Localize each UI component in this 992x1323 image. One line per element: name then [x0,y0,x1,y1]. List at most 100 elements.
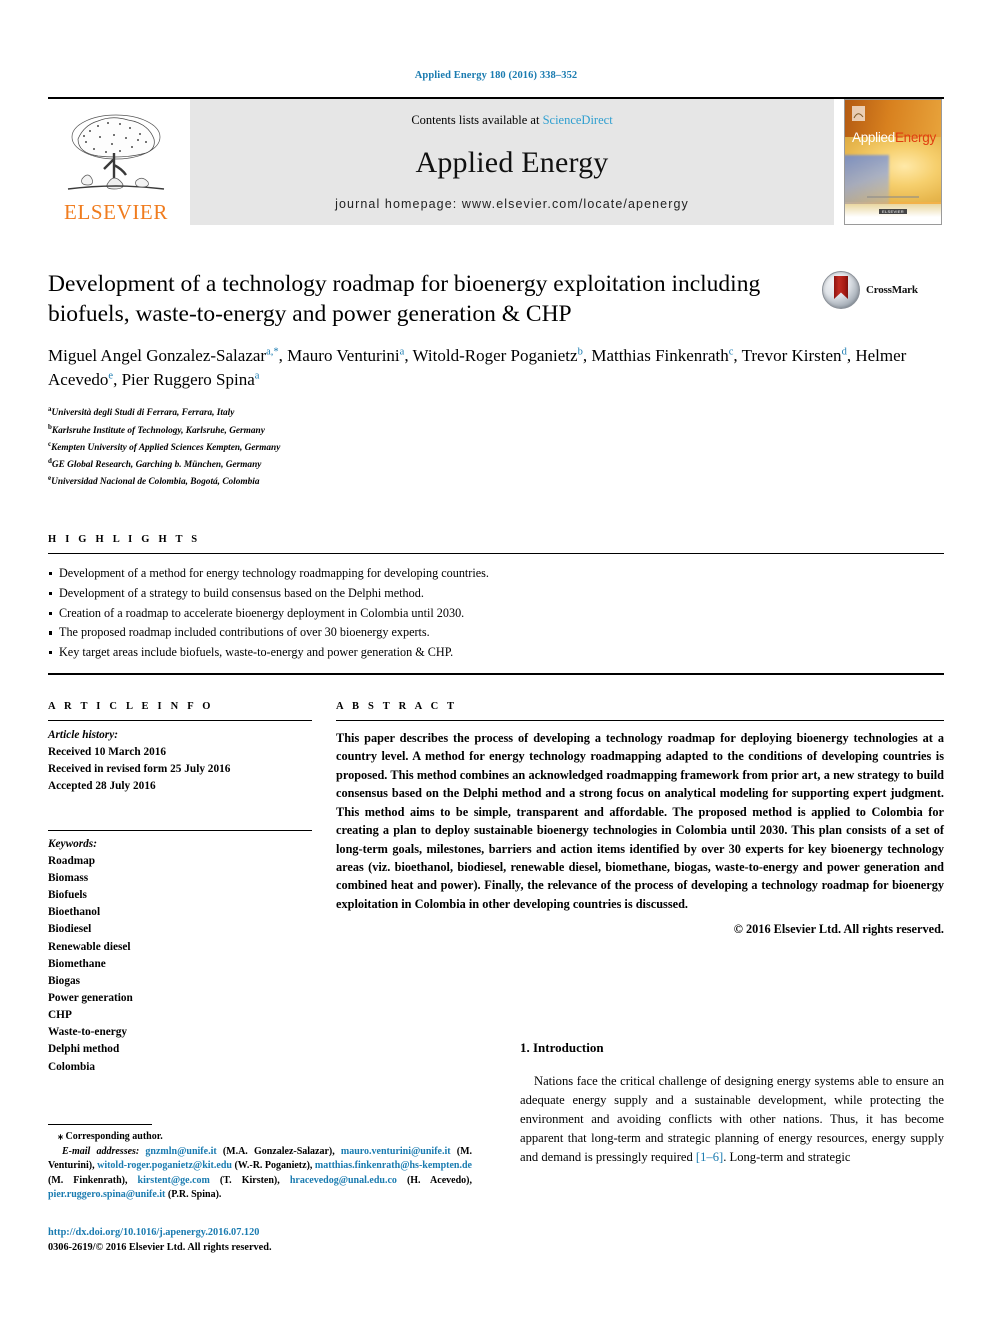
title-block: Development of a technology roadmap for … [48,269,944,490]
journal-cover-cell: AppliedEnergy ELSEVIER [842,99,944,225]
footnotes-block: ⁎ Corresponding author. E-mail addresses… [48,1124,472,1256]
email-person: (M.A. Gonzalez-Salazar), [216,1145,341,1157]
author-name: Trevor Kirsten [741,346,842,366]
affiliation-text: Universidad Nacional de Colombia, Bogotá… [51,477,260,488]
introduction-paragraph: Nations face the critical challenge of d… [520,1072,944,1166]
corresponding-author-note: ⁎ Corresponding author. [48,1130,472,1145]
author-sep: , [404,346,413,366]
cover-title-energy: Energy [894,130,936,145]
abstract-heading: A B S T R A C T [336,700,458,712]
elsevier-tree-icon [67,114,165,190]
keyword-item: Biomethane [48,957,106,970]
email-link[interactable]: gnzmln@unife.it [145,1146,216,1157]
highlights-heading: H I G H L I G H T S [48,534,201,546]
affiliation-item: dGE Global Research, Garching b. München… [48,456,944,473]
author-item: Trevor Kirstend, [742,346,856,365]
corresponding-author-text: ⁎ Corresponding author. [58,1131,163,1142]
journal-title: Applied Energy [415,145,609,179]
author-sep: , [278,346,288,366]
author-name: Mauro Venturini [287,346,400,366]
journal-homepage-link[interactable]: journal homepage: www.elsevier.com/locat… [335,197,689,211]
email-person: (T. Kirsten), [209,1174,290,1186]
email-person: (M. Finkenrath), [48,1174,138,1186]
right-body-column: 1. Introduction Nations face the critica… [520,1018,944,1166]
author-name: Witold-Roger Poganietz [412,346,578,366]
email-person: (H. Acevedo), [396,1174,472,1186]
affiliation-text: Università degli Studi di Ferrara, Ferra… [51,408,235,419]
reference-link[interactable]: [1–6] [696,1150,723,1164]
doi-link[interactable]: http://dx.doi.org/10.1016/j.apenergy.201… [48,1225,472,1240]
author-sep: , [113,370,122,390]
body-columns: ⁎ Corresponding author. E-mail addresses… [48,1018,944,1253]
journal-masthead: ELSEVIER Contents lists available at Sci… [48,97,944,225]
history-item: Received 10 March 2016 [48,746,167,759]
journal-info-box: Contents lists available at ScienceDirec… [190,99,834,225]
elsevier-logo: ELSEVIER [48,99,184,225]
email-link[interactable]: witold-roger.poganietz@kit.edu [97,1160,232,1171]
email-person: (W.-R. Poganietz), [231,1160,315,1172]
contents-prefix: Contents lists available at [411,113,543,127]
sciencedirect-link[interactable]: ScienceDirect [543,113,613,127]
cover-footer: ELSEVIER [867,196,919,218]
email-addresses-note: E-mail addresses: gnzmln@unife.it (M.A. … [48,1145,472,1203]
affiliation-item: eUniversidad Nacional de Colombia, Bogot… [48,473,944,490]
author-sep: , [733,346,742,366]
author-name: Matthias Finkenrath [591,346,729,366]
journal-article-page: Applied Energy 180 (2016) 338–352 ELSEVI… [0,0,992,1323]
keyword-item: Biofuels [48,889,87,902]
issn-copyright-line: 0306-2619/© 2016 Elsevier Ltd. All right… [48,1242,272,1254]
cover-imprint: ELSEVIER [879,209,907,214]
email-person: (P.R. Spina). [165,1189,222,1201]
affiliation-text: Karlsruhe Institute of Technology, Karls… [51,425,265,436]
body-column-gap [472,1018,520,1166]
crossmark-badge-group[interactable]: CrossMark [822,271,940,309]
author-affil-mark: a [254,370,260,382]
email-link[interactable]: kirstent@ge.com [138,1175,210,1186]
page-inner: Applied Energy 180 (2016) 338–352 ELSEVI… [48,0,944,1076]
author-item: Miguel Angel Gonzalez-Salazara,*, [48,346,287,365]
introduction-heading: 1. Introduction [520,1040,604,1055]
cover-title-applied: Applied [852,130,895,145]
elsevier-wordmark: ELSEVIER [64,200,168,224]
author-affil-mark: a,* [266,346,279,358]
author-name: Miguel Angel Gonzalez-Salazar [48,346,267,366]
email-link[interactable]: matthias.finkenrath@hs-kempten.de [315,1160,472,1171]
highlight-item: Creation of a roadmap to accelerate bioe… [48,604,944,624]
highlights-bottom-rule [48,672,944,675]
cover-elsevier-icon [852,106,865,121]
affiliation-item: cKempten University of Applied Sciences … [48,439,944,456]
article-history-label: Article history: [48,728,118,741]
abstract-text: This paper describes the process of deve… [336,730,944,911]
highlight-item: Key target areas include biofuels, waste… [48,643,944,663]
article-history-block: Article history: Received 10 March 2016 … [48,721,312,796]
affiliation-text: GE Global Research, Garching b. München,… [51,459,262,470]
keyword-item: Bioethanol [48,906,101,919]
journal-cover-image: AppliedEnergy ELSEVIER [844,99,942,225]
affiliation-text: Kempten University of Applied Sciences K… [51,442,281,453]
highlights-list: Development of a method for energy techn… [48,554,944,673]
history-item: Accepted 28 July 2016 [48,780,156,793]
keywords-label: Keywords: [48,837,97,850]
highlight-item: Development of a method for energy techn… [48,564,944,584]
author-item: Mauro Venturinia, [287,346,412,365]
crossmark-icon [822,271,860,309]
keyword-item: Roadmap [48,854,96,867]
author-name: Pier Ruggero Spina [121,370,255,390]
email-link[interactable]: mauro.venturini@unife.it [341,1146,451,1157]
left-body-column: ⁎ Corresponding author. E-mail addresses… [48,1018,472,1253]
cover-title: AppliedEnergy [852,130,936,145]
intro-text-part2: . Long-term and strategic [723,1149,851,1164]
keyword-item: Biogas [48,974,81,987]
keyword-item: Biodiesel [48,923,92,936]
author-item: Witold-Roger Poganietzb, [413,346,592,365]
affiliation-item: bKarlsruhe Institute of Technology, Karl… [48,422,944,439]
email-link[interactable]: pier.ruggero.spina@unife.it [48,1189,165,1200]
author-item: Matthias Finkenrathc, [591,346,741,365]
email-link[interactable]: hracevedog@unal.edu.co [290,1175,397,1186]
highlight-item: Development of a strategy to build conse… [48,584,944,604]
keyword-item: Renewable diesel [48,940,131,953]
crossmark-label: CrossMark [866,284,918,296]
abstract-copyright: © 2016 Elsevier Ltd. All rights reserved… [733,922,944,937]
doi-footer: http://dx.doi.org/10.1016/j.apenergy.201… [48,1225,472,1256]
history-item: Received in revised form 25 July 2016 [48,763,231,776]
